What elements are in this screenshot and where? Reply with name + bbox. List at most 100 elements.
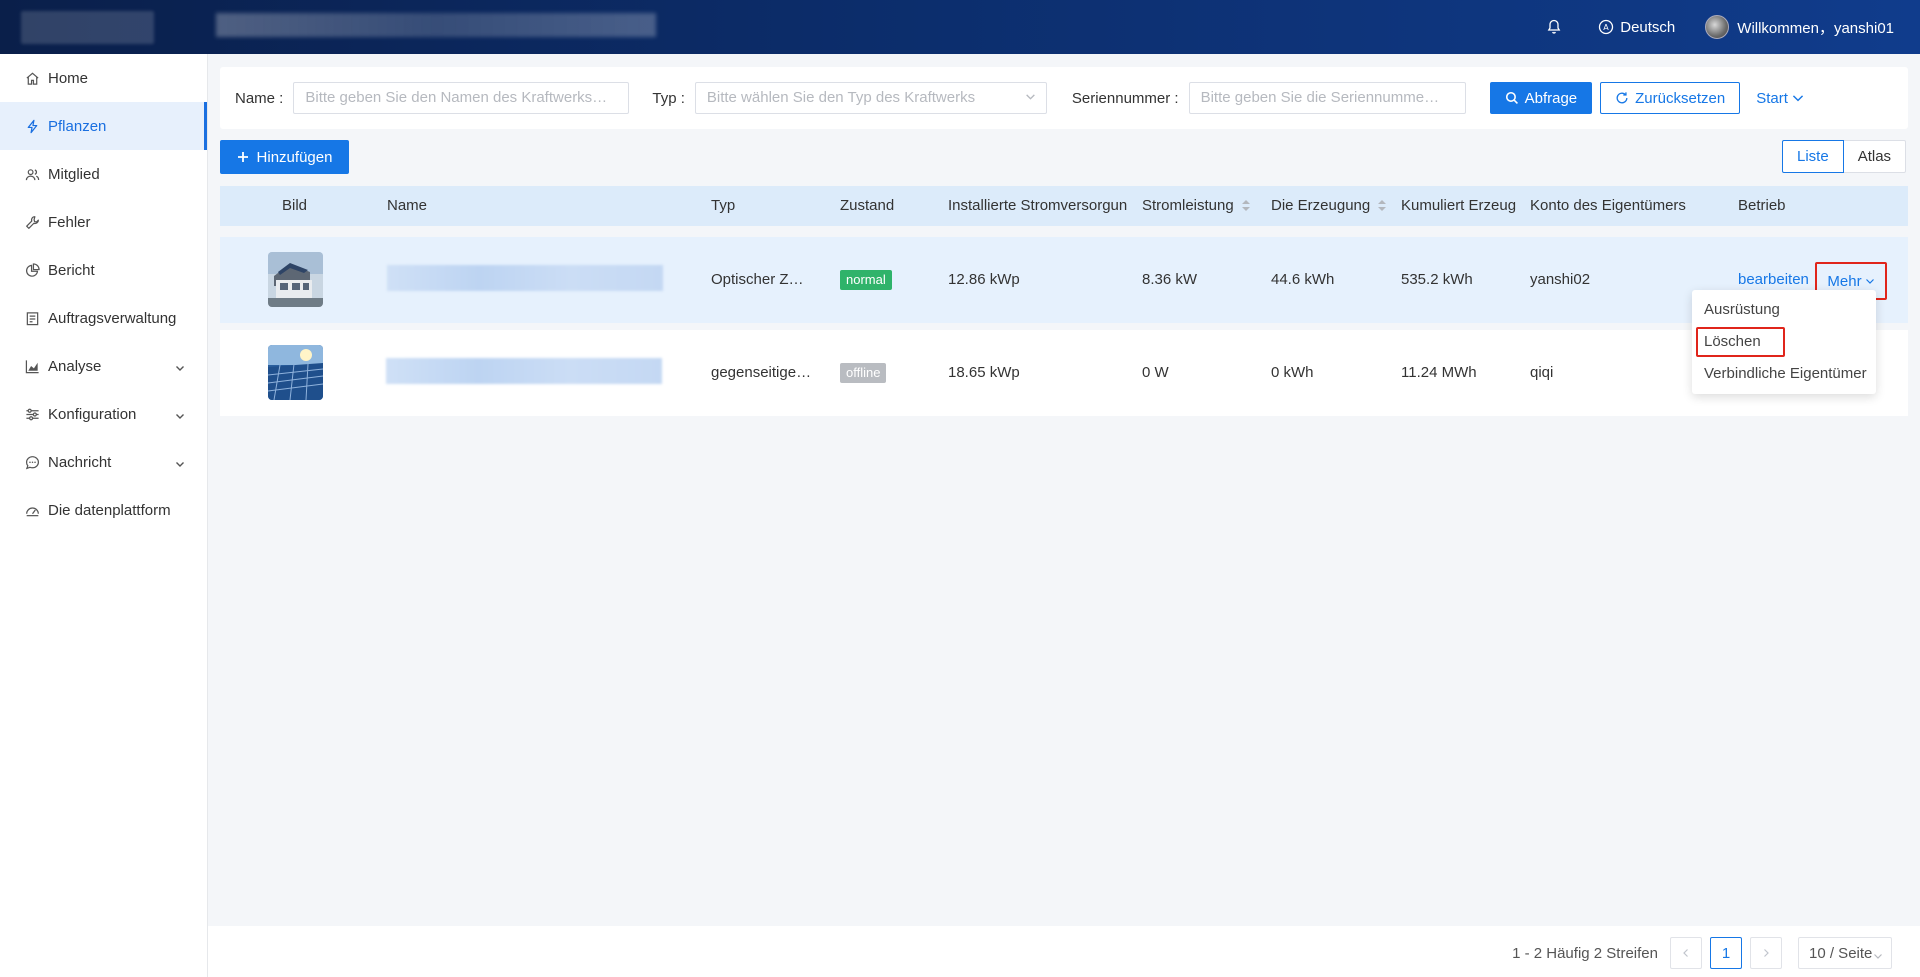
query-button-label: Abfrage: [1524, 89, 1578, 107]
area-chart-icon: [24, 358, 40, 374]
svg-text:A: A: [1604, 23, 1610, 32]
chevron-down-icon: [1025, 83, 1036, 113]
type-select[interactable]: Bitte wählen Sie den Typ des Kraftwerks: [694, 82, 1047, 114]
chevron-down-icon: [175, 408, 185, 425]
more-dropdown-menu: Ausrüstung Löschen Verbindliche Eigentüm…: [1692, 290, 1876, 394]
plant-type: Optischer Z…: [711, 271, 804, 288]
language-selector[interactable]: A Deutsch: [1598, 19, 1675, 36]
sort-icon: [1241, 200, 1250, 212]
sidebar-item-pflanzen[interactable]: Pflanzen: [0, 102, 207, 150]
column-header-sortable[interactable]: Die Erzeugung: [1271, 186, 1387, 226]
generation-value: 0 kWh: [1271, 364, 1314, 381]
top-bar: A Deutsch Willkommen，yanshi01: [0, 0, 1920, 54]
chevron-down-icon: [1865, 276, 1875, 286]
column-header: Betrieb: [1738, 197, 1786, 214]
add-button-label: Hinzufügen: [256, 148, 333, 166]
dashboard-icon: [24, 502, 40, 518]
column-header: Konto des Eigentümers: [1530, 197, 1686, 214]
view-list-button[interactable]: Liste: [1782, 140, 1844, 173]
name-label: Name :: [235, 89, 284, 107]
app-title: [216, 13, 656, 37]
owner-account: yanshi02: [1530, 271, 1591, 288]
table-header: Bild Name Typ Zustand Installierte Strom…: [220, 186, 1908, 226]
page-size-label: 10 / Seite: [1809, 944, 1873, 962]
table-row[interactable]: Optischer Z… normal 12.86 kWp 8.36 kW 44…: [220, 237, 1908, 323]
sidebar-item-label: Konfiguration: [48, 405, 137, 423]
sidebar-item-nachricht[interactable]: Nachricht: [0, 438, 207, 486]
add-button[interactable]: Hinzufügen: [220, 140, 349, 174]
prev-page-button[interactable]: [1670, 937, 1702, 969]
sort-icon: [1378, 200, 1387, 212]
sidebar-item-mitglied[interactable]: Mitglied: [0, 150, 207, 198]
home-icon: [24, 70, 40, 86]
page-size-select[interactable]: 10 / Seite: [1798, 937, 1892, 969]
message-icon: [24, 454, 40, 470]
pagination: 1 - 2 Häufig 2 Streifen 1 10 / Seite: [1512, 937, 1892, 969]
more-label: Mehr: [1827, 272, 1862, 290]
sidebar-item-analyse[interactable]: Analyse: [0, 342, 207, 390]
plant-image: [268, 345, 323, 400]
menu-item-equipment[interactable]: Ausrüstung: [1692, 294, 1876, 326]
sidebar-item-fehler[interactable]: Fehler: [0, 198, 207, 246]
clipboard-icon: [24, 310, 40, 326]
sidebar-item-label: Bericht: [48, 261, 95, 279]
sidebar-item-label: Auftragsverwaltung: [48, 309, 177, 327]
column-header: Name: [387, 197, 428, 214]
sidebar-item-konfiguration[interactable]: Konfiguration: [0, 390, 207, 438]
power-value: 8.36 kW: [1142, 271, 1198, 288]
name-input[interactable]: Bitte geben Sie den Namen des Kraftwerks…: [293, 82, 630, 114]
pie-chart-icon: [24, 262, 40, 278]
pagination-summary: 1 - 2 Häufig 2 Streifen: [1512, 944, 1658, 962]
chevron-down-icon: [1873, 948, 1883, 965]
column-header: Bild: [282, 197, 308, 214]
notification-bell-icon[interactable]: [1546, 19, 1568, 35]
view-atlas-button[interactable]: Atlas: [1843, 140, 1907, 173]
chevron-right-icon: [1764, 949, 1769, 957]
column-header-label: Die Erzeugung: [1271, 197, 1371, 214]
table-row[interactable]: gegenseitige… offline 18.65 kWp 0 W 0 kW…: [220, 330, 1908, 416]
user-menu[interactable]: Willkommen，yanshi01: [1705, 15, 1894, 39]
sliders-icon: [24, 406, 40, 422]
plant-image: [268, 252, 323, 307]
view-toggle: Liste Atlas: [1782, 140, 1907, 173]
highlight-box: [1696, 327, 1785, 357]
column-header-sortable[interactable]: Stromleistung: [1142, 186, 1250, 226]
sidebar-item-label: Die datenplattform: [48, 501, 171, 519]
status-badge: normal: [840, 270, 892, 291]
sidebar-item-home[interactable]: Home: [0, 54, 207, 102]
plus-icon: [237, 151, 249, 163]
sidebar-item-label: Nachricht: [48, 453, 112, 471]
refresh-icon: [1615, 91, 1629, 105]
column-header: Kumuliert Erzeug: [1401, 197, 1516, 214]
start-label: Start: [1756, 89, 1788, 107]
status-cell: offline: [840, 330, 887, 416]
sidebar-item-auftragsverwaltung[interactable]: Auftragsverwaltung: [0, 294, 207, 342]
page-button-current[interactable]: 1: [1710, 937, 1742, 969]
sidebar-item-label: Fehler: [48, 213, 91, 231]
chevron-down-icon: [1792, 92, 1804, 104]
welcome-text: Willkommen，yanshi01: [1737, 19, 1894, 37]
chevron-down-icon: [175, 456, 185, 473]
power-value: 0 W: [1142, 364, 1169, 381]
next-page-button[interactable]: [1750, 937, 1782, 969]
wrench-icon: [24, 214, 40, 230]
menu-item-delete[interactable]: Löschen: [1692, 326, 1876, 358]
sidebar: Home Pflanzen Mitglied Fehler Bericht Au…: [0, 54, 208, 977]
users-icon: [24, 166, 40, 182]
query-button[interactable]: Abfrage: [1489, 82, 1593, 114]
reset-button[interactable]: Zurücksetzen: [1600, 82, 1741, 114]
sidebar-item-bericht[interactable]: Bericht: [0, 246, 207, 294]
sidebar-item-datenplattform[interactable]: Die datenplattform: [0, 486, 207, 534]
cumulative-value: 535.2 kWh: [1401, 271, 1473, 288]
avatar: [1705, 15, 1730, 39]
chevron-down-icon: [175, 360, 185, 377]
lightning-icon: [24, 118, 40, 134]
menu-item-bind-owner[interactable]: Verbindliche Eigentümer: [1692, 358, 1876, 390]
language-label: Deutsch: [1620, 18, 1676, 36]
serial-input[interactable]: Bitte geben Sie die Seriennumme…: [1188, 82, 1466, 114]
generation-value: 44.6 kWh: [1271, 271, 1335, 288]
search-icon: [1505, 91, 1519, 105]
owner-account: qiqi: [1530, 364, 1554, 381]
start-toggle[interactable]: Start: [1756, 90, 1804, 107]
status-badge: offline: [840, 363, 887, 384]
